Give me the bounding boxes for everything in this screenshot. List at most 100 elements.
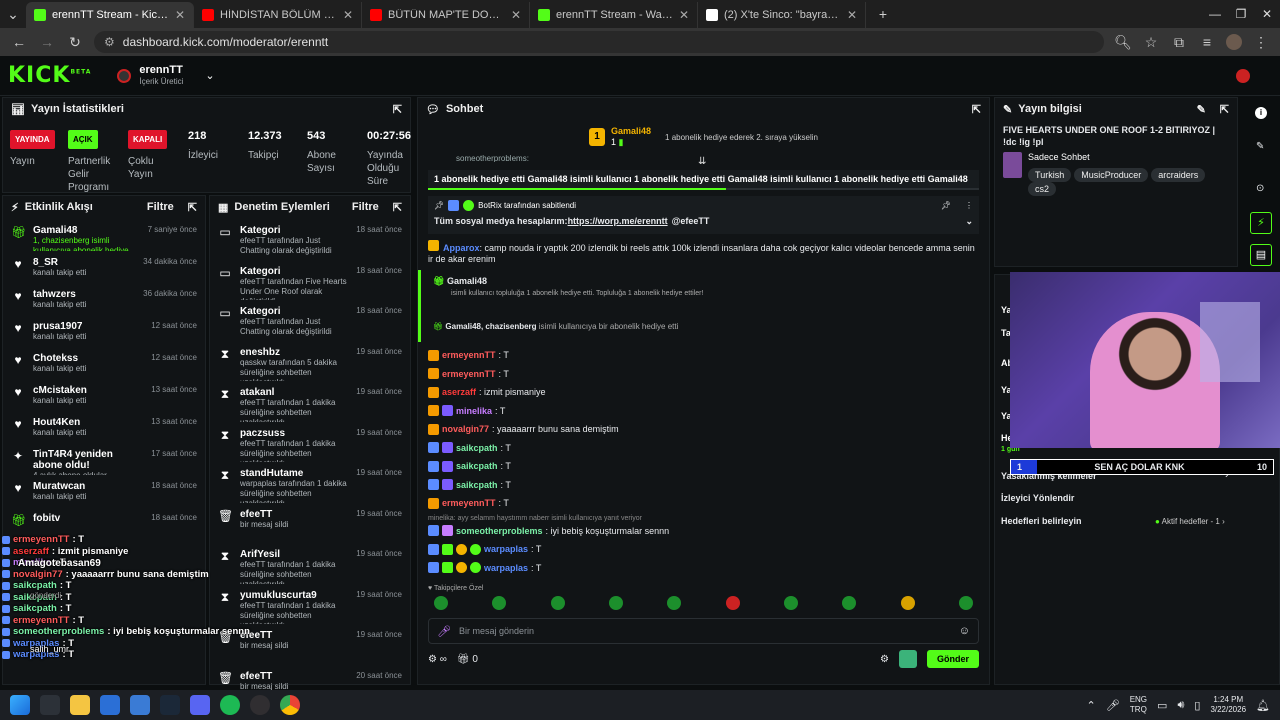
stream-tag[interactable]: cs2 xyxy=(1028,182,1057,196)
tab-close-icon[interactable]: ✕ xyxy=(175,8,185,22)
browser-tab[interactable]: erennTT Stream - Kick Dashboard ✕ xyxy=(26,2,194,28)
popout-icon[interactable]: ⇱ xyxy=(1220,103,1229,116)
moderation-item[interactable]: ▭ Kategori efeeTT tarafından Just Chatting… xyxy=(210,222,410,263)
mic-tray-icon[interactable]: 🎤︎ xyxy=(1106,699,1120,712)
moderation-item[interactable]: ⧗ standHutame warpaplas tarafından 1 dakik… xyxy=(210,465,410,506)
emote-icon[interactable] xyxy=(492,596,507,610)
clock[interactable]: 1:24 PM 3/22/2026 xyxy=(1210,695,1246,715)
close-window-button[interactable]: ✕ xyxy=(1254,7,1280,21)
tab-close-icon[interactable]: ✕ xyxy=(847,8,857,22)
chat-username[interactable]: Apparox xyxy=(443,243,480,253)
moderation-item[interactable]: ▭ Kategori efeeTT tarafından Just Chatting… xyxy=(210,303,410,344)
tab-close-icon[interactable]: ✕ xyxy=(511,8,521,22)
pinned-menu-icon[interactable]: ⋮ xyxy=(965,201,973,210)
emoji-picker-icon[interactable]: ☺ xyxy=(959,625,970,637)
forward-icon[interactable]: → xyxy=(38,34,56,50)
steam-icon[interactable] xyxy=(160,695,180,715)
viewer-redirect-item[interactable]: İzleyici Yönlendir xyxy=(1001,493,1074,503)
zoom-icon[interactable]: 🔍︎ xyxy=(1114,34,1132,51)
url-field[interactable]: ⚙ dashboard.kick.com/moderator/erenntt xyxy=(94,31,1104,53)
network-icon[interactable]: ▭ xyxy=(1157,699,1167,712)
channel-switcher[interactable]: erennTT İçerik Üretici xyxy=(139,64,183,87)
chat-username[interactable]: ermeyennTT xyxy=(442,369,496,379)
pencil-icon[interactable]: ✎ xyxy=(1256,141,1264,152)
chat-mode-icon[interactable]: ⚙︎ ∞ xyxy=(428,654,447,665)
activity-item[interactable]: ♥ Hout4Ken kanalı takip etti 13 saat önce xyxy=(3,414,205,446)
folder-icon[interactable] xyxy=(70,695,90,715)
clipboard-button[interactable]: ▤ xyxy=(1250,244,1272,266)
emote-icon[interactable] xyxy=(608,596,623,610)
pinned-link[interactable]: https://worp.me/erenntt xyxy=(568,216,668,227)
minimize-button[interactable]: — xyxy=(1202,7,1228,21)
emote-icon[interactable] xyxy=(783,596,798,610)
activity-item[interactable]: ♥ Muratwcan kanalı takip etti 18 saat önce xyxy=(3,478,205,510)
chat-username[interactable]: minelika xyxy=(456,406,492,416)
stream-tag[interactable]: arcraiders xyxy=(1151,168,1206,182)
windows-start-icon[interactable] xyxy=(10,695,30,715)
moderation-item[interactable]: ⧗ eneshbz qasskw tarafından 5 dakika sürel… xyxy=(210,344,410,385)
profile-avatar[interactable] xyxy=(1226,34,1242,50)
extensions-icon[interactable]: ⧉ xyxy=(1170,34,1188,51)
maximize-button[interactable]: ❐ xyxy=(1228,7,1254,21)
tray-chevron-icon[interactable]: ⌃ xyxy=(1087,699,1096,712)
unpin-icon[interactable]: 📌︎ xyxy=(941,201,951,210)
notification-icon[interactable]: 🔔︎ xyxy=(1256,699,1270,712)
menu-kebab-icon[interactable]: ⋮ xyxy=(1252,34,1270,51)
user-avatar[interactable] xyxy=(1236,68,1250,83)
stream-tag[interactable]: MusicProducer xyxy=(1074,168,1149,182)
emote-icon[interactable] xyxy=(958,596,973,610)
popout-icon[interactable]: ⇱ xyxy=(393,201,402,214)
chat-settings-icon[interactable]: ⚙ xyxy=(880,654,889,665)
activity-item[interactable]: ♥ prusa1907 kanalı takip etti 12 saat önce xyxy=(3,318,205,350)
language-indicator[interactable]: ENG TRQ xyxy=(1130,695,1147,715)
settings-app-icon[interactable] xyxy=(130,695,150,715)
moderation-filter-button[interactable]: Filtre xyxy=(352,201,379,213)
tab-close-icon[interactable]: ✕ xyxy=(679,8,689,22)
popout-icon[interactable]: ⇱ xyxy=(393,103,402,116)
browser-tab[interactable]: HİNDİSTAN BÖLÜM 2: VARANASİ ✕ xyxy=(194,2,362,28)
chrome-icon[interactable] xyxy=(280,695,300,715)
activity-item[interactable]: ♥ tahwzers kanalı takip etti 36 dakika önce xyxy=(3,286,205,318)
chat-username[interactable]: saikcpath xyxy=(456,480,498,490)
activity-filter-button[interactable]: Filtre xyxy=(147,201,174,213)
mic-icon[interactable]: 🎤︎ xyxy=(437,625,451,638)
moderation-item[interactable]: ⧗ atakanl efeeTT tarafından 1 dakika sürel… xyxy=(210,384,410,425)
browser-tab[interactable]: erennTT Stream - Watch Live on ✕ xyxy=(530,2,698,28)
chat-username[interactable]: ermeyennTT xyxy=(442,350,496,360)
chat-username[interactable]: aserzaff xyxy=(442,387,476,397)
moderation-item[interactable]: ▭ Kategori efeeTT tarafından Five Hearts U… xyxy=(210,263,410,304)
edit-icon[interactable]: ✎ xyxy=(1197,103,1206,116)
back-icon[interactable]: ← xyxy=(10,34,28,50)
chat-username[interactable]: ermeyennTT xyxy=(442,498,496,508)
activity-item[interactable]: 🎁︎ Gamali48 1, chazisenberg isimli kullanı… xyxy=(3,222,205,254)
activity-item[interactable]: ♥ cMcistaken kanalı takip etti 13 saat önce xyxy=(3,382,205,414)
browser-tab[interactable]: BÜTÜN MAP'TE DOLAŞTIK! w/Se ✕ xyxy=(362,2,530,28)
scroll-down-icon[interactable]: ⇊ xyxy=(698,156,706,167)
media-icon[interactable]: ≡ xyxy=(1198,34,1216,50)
store-icon[interactable] xyxy=(100,695,120,715)
kick-logo[interactable]: KICKBETA xyxy=(8,63,91,88)
info-icon[interactable]: i xyxy=(1255,107,1267,119)
activity-item[interactable]: ✦ TinT4R4 yeniden abone oldu!4 aylık abon… xyxy=(3,446,205,478)
emote-icon[interactable] xyxy=(667,596,682,610)
bookmark-star-icon[interactable]: ☆ xyxy=(1142,34,1160,51)
site-info-icon[interactable]: ⚙ xyxy=(104,35,115,49)
battery-icon[interactable]: ▯ xyxy=(1194,699,1200,712)
discord-icon[interactable] xyxy=(190,695,210,715)
chevron-down-icon[interactable]: ⌄ xyxy=(205,69,214,82)
new-tab-button[interactable]: + xyxy=(874,6,892,22)
channel-avatar[interactable] xyxy=(117,68,132,83)
activity-item[interactable]: ♥ 8_SR kanalı takip etti 34 dakika önce xyxy=(3,254,205,286)
search-icon[interactable] xyxy=(40,695,60,715)
emote-icon[interactable] xyxy=(725,596,740,610)
obs-icon[interactable] xyxy=(250,695,270,715)
lightning-button[interactable]: ⚡︎ xyxy=(1250,212,1272,234)
chat-username[interactable]: novalgin77 xyxy=(442,424,489,434)
volume-icon[interactable]: 🔊︎ xyxy=(1177,699,1184,712)
expand-chevron-icon[interactable]: ⌄ xyxy=(965,216,973,227)
browser-tab[interactable]: (2) X'te Sinco: "bayramda 5tl ha ✕ xyxy=(698,2,866,28)
chat-username[interactable]: saikcpath xyxy=(456,461,498,471)
gift-count-icon[interactable]: 🎁︎ 0 xyxy=(457,654,478,665)
emote-icon[interactable] xyxy=(900,596,915,610)
chat-input[interactable]: 🎤︎ Bir mesaj gönderin ☺ xyxy=(428,618,979,644)
